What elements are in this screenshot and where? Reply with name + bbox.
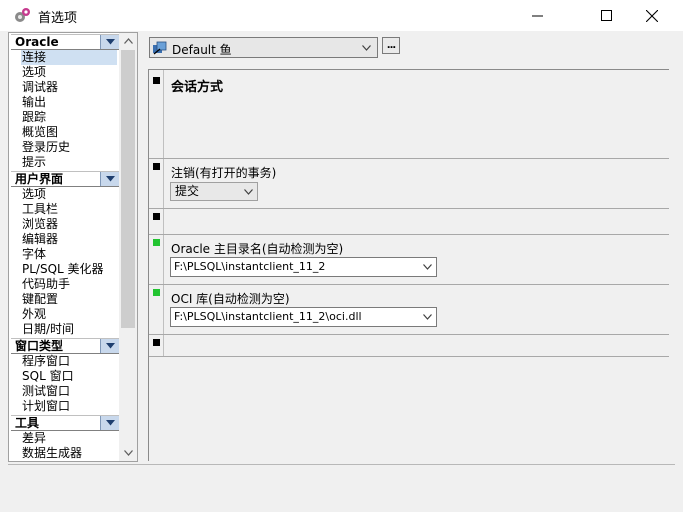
tree-item[interactable]: 提示 (21, 155, 117, 170)
tree-category[interactable]: 用户界面 (11, 171, 119, 187)
modified-marker (153, 77, 160, 84)
profile-select-value: Default 鱼 (172, 43, 232, 57)
tree-item[interactable]: 测试窗口 (21, 384, 117, 399)
scrollbar-thumb[interactable] (121, 50, 135, 328)
oracle-home-label: Oracle 主目录名(自动检测为空) (171, 242, 344, 256)
section-divider (149, 334, 669, 335)
tree-item[interactable]: 键配置 (21, 292, 117, 307)
maximize-button[interactable] (583, 0, 629, 31)
tree-item[interactable]: 选项 (21, 187, 117, 202)
minimize-icon (531, 15, 543, 17)
collapse-arrow-icon[interactable] (100, 416, 119, 430)
profile-select[interactable]: Default 鱼 (149, 37, 378, 58)
tree-item[interactable]: 调试器 (21, 80, 117, 95)
default-marker (153, 289, 160, 296)
collapse-arrow-icon[interactable] (100, 35, 119, 49)
tree-item[interactable]: 日期/时间 (21, 322, 117, 337)
tree-category-label: 窗口类型 (15, 339, 64, 353)
divider (8, 464, 675, 465)
tree-category-label: 用户界面 (15, 172, 64, 186)
oci-library-select[interactable]: F:\PLSQL\instantclient_11_2\oci.dll (170, 307, 437, 327)
section-divider (149, 158, 669, 159)
tree-category[interactable]: 工具 (11, 415, 119, 431)
collapse-arrow-icon[interactable] (100, 339, 119, 353)
session-mode-label: 会话方式 (171, 80, 224, 95)
chevron-down-icon (420, 309, 434, 325)
tree-item[interactable]: PL/SQL 美化器 (21, 262, 117, 277)
app-icon (15, 8, 30, 22)
tree-item[interactable]: 工具栏 (21, 202, 117, 217)
profile-more-button[interactable]: ... (382, 37, 400, 54)
tree-item[interactable]: 外观 (21, 307, 117, 322)
tree-category[interactable]: 窗口类型 (11, 338, 119, 354)
title-bar: 首选项 (0, 0, 683, 31)
tree-item[interactable]: 连接 (21, 50, 117, 65)
tree-category-label: 工具 (15, 416, 40, 430)
chevron-down-icon (123, 450, 133, 456)
tree-item[interactable]: 跟踪 (21, 110, 117, 125)
modified-marker (153, 339, 160, 346)
logoff-select[interactable]: 提交 (170, 182, 258, 201)
gutter-line (163, 70, 164, 356)
tree-item[interactable]: 输出 (21, 95, 117, 110)
tree-item[interactable]: 编辑器 (21, 232, 117, 247)
tree-item[interactable]: SQL 窗口 (21, 369, 117, 384)
chevron-up-icon (123, 38, 133, 44)
tree-item[interactable]: 数据生成器 (21, 446, 117, 461)
tree-item[interactable]: 代码助手 (21, 277, 117, 292)
tree-item[interactable]: 登录历史 (21, 140, 117, 155)
default-marker (153, 239, 160, 246)
tree-item[interactable]: 程序窗口 (21, 354, 117, 369)
window-title: 首选项 (38, 11, 78, 26)
section-divider (149, 356, 669, 357)
tree-item[interactable]: 浏览器 (21, 217, 117, 232)
oci-library-value: F:\PLSQL\instantclient_11_2\oci.dll (174, 310, 362, 323)
tree-item[interactable]: 概览图 (21, 125, 117, 140)
tree-item[interactable]: 字体 (21, 247, 117, 262)
section-divider (149, 284, 669, 285)
oracle-home-select[interactable]: F:\PLSQL\instantclient_11_2 (170, 257, 437, 277)
scroll-up-button[interactable] (119, 33, 137, 49)
modified-marker (153, 163, 160, 170)
close-icon (646, 9, 658, 22)
tree-category[interactable]: Oracle (11, 34, 119, 50)
modified-marker (153, 213, 160, 220)
tree-item[interactable]: 计划窗口 (21, 399, 117, 414)
chevron-down-icon (359, 40, 373, 55)
oracle-home-value: F:\PLSQL\instantclient_11_2 (174, 260, 326, 273)
section-divider (149, 208, 669, 209)
profile-icon (153, 41, 167, 55)
logoff-label: 注销(有打开的事务) (171, 166, 277, 180)
chevron-down-icon (242, 184, 254, 200)
tree-item[interactable]: 差异 (21, 431, 117, 446)
minimize-button[interactable] (514, 0, 560, 31)
preferences-tree[interactable]: Oracle 连接 选项 调试器 输出 跟踪 概览图 登录历史 提示 用户界面 选项 工具栏 浏览器 编辑… (8, 32, 138, 462)
tree-category-label: Oracle (15, 35, 59, 49)
logoff-select-value: 提交 (175, 184, 200, 198)
section-divider (149, 234, 669, 235)
maximize-icon (600, 10, 612, 21)
oci-library-label: OCI 库(自动检测为空) (171, 292, 290, 306)
scroll-down-button[interactable] (119, 445, 137, 461)
tree-item[interactable]: 选项 (21, 65, 117, 80)
chevron-down-icon (420, 259, 434, 275)
close-button[interactable] (629, 0, 675, 31)
collapse-arrow-icon[interactable] (100, 172, 119, 186)
